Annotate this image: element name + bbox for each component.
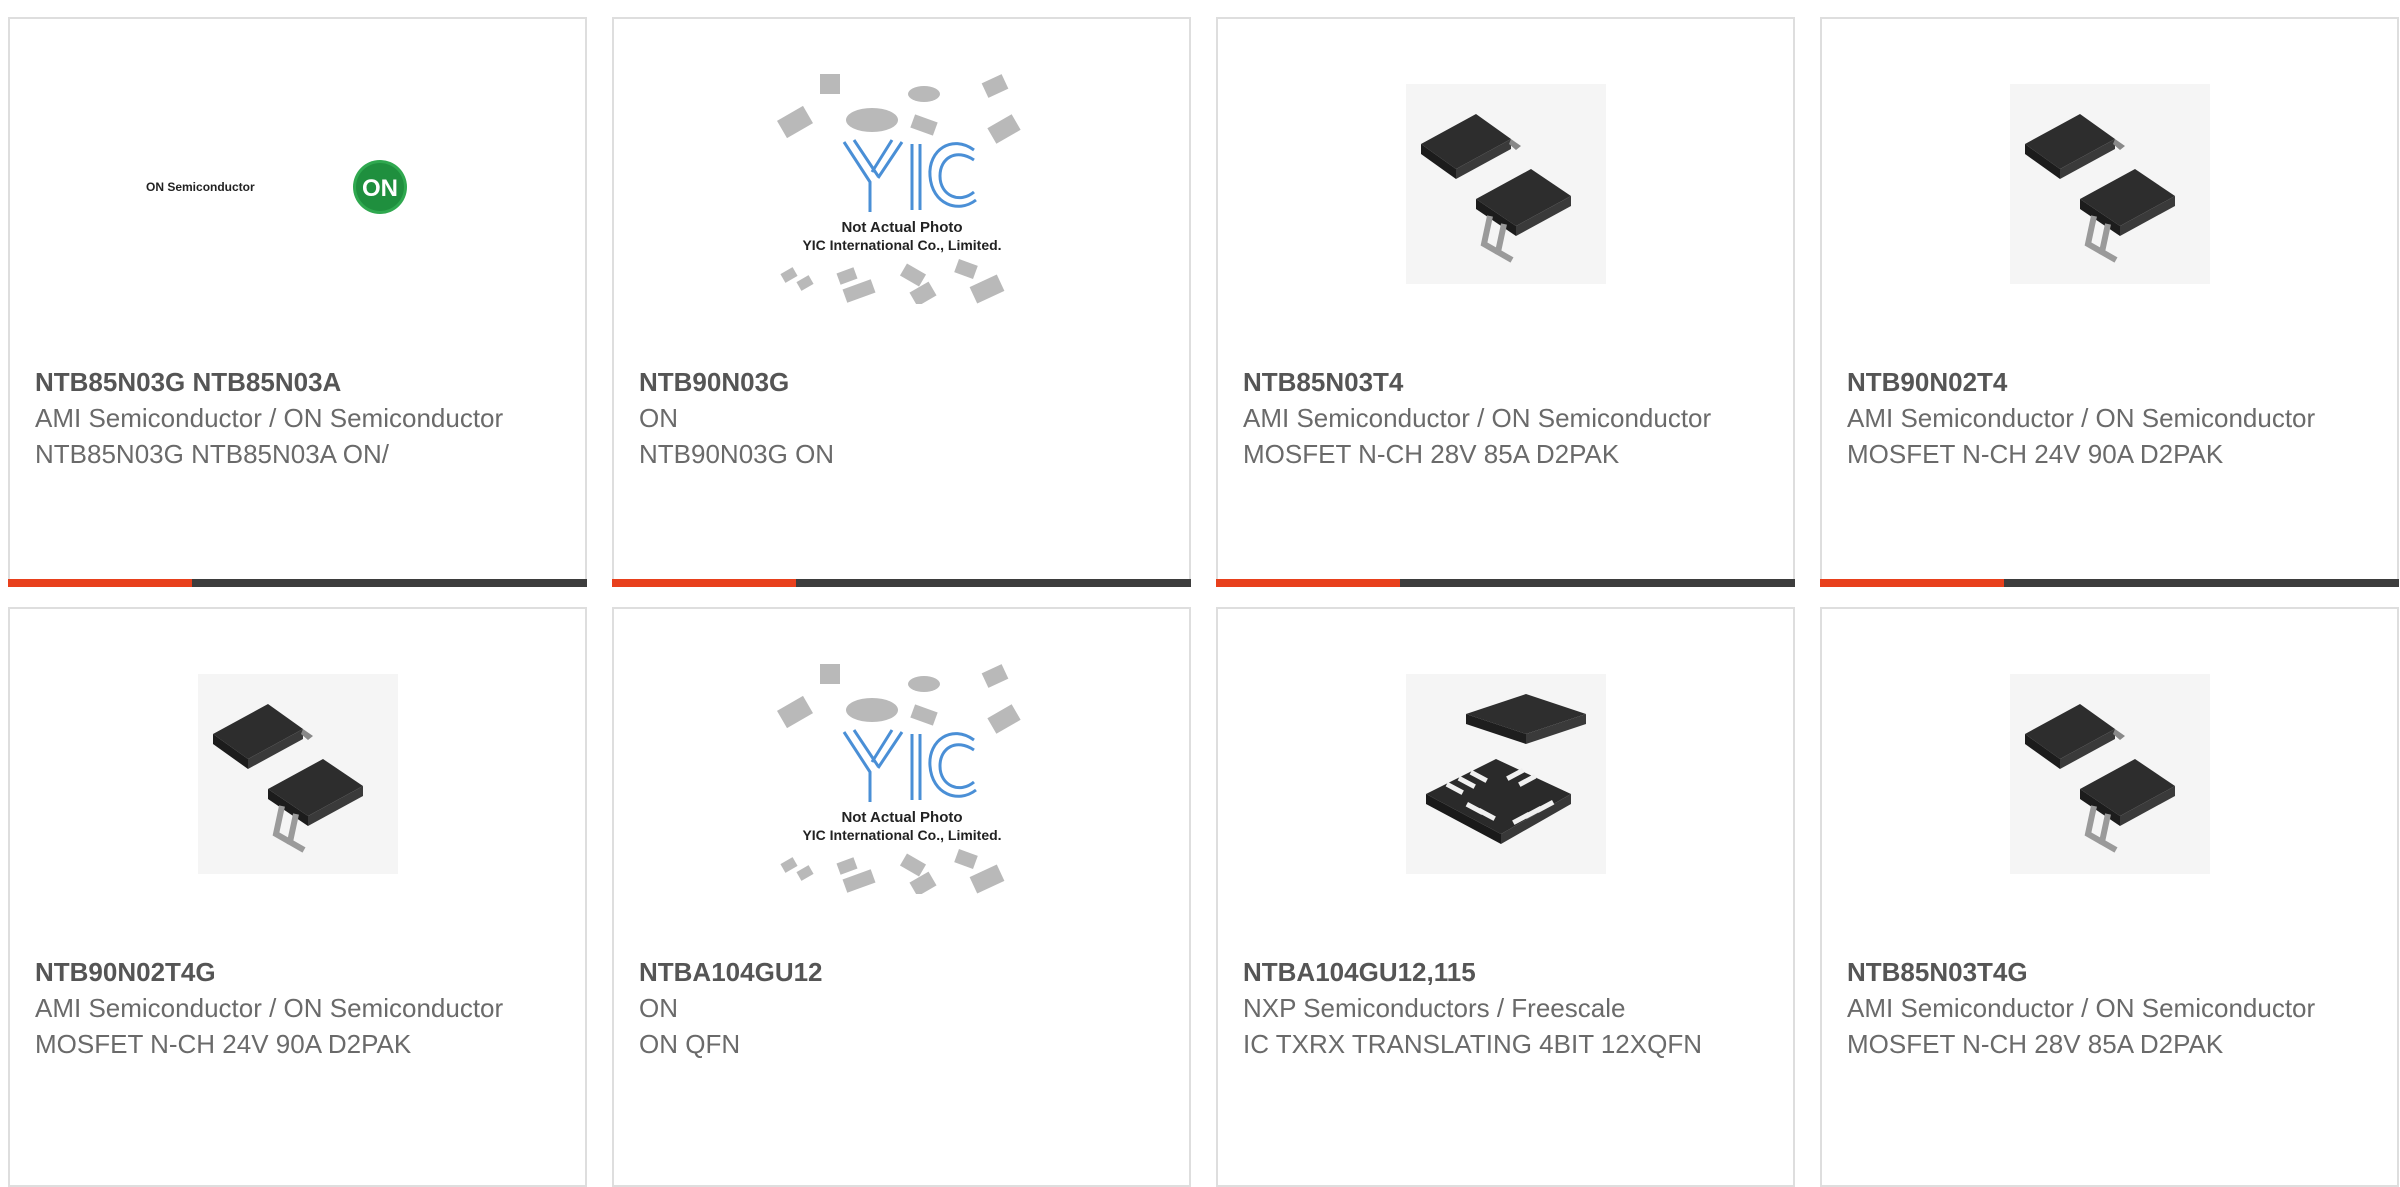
product-card[interactable]: NTB85N03T4 AMI Semiconductor / ON Semico…: [1216, 17, 1795, 587]
product-card[interactable]: NTB90N02T4 AMI Semiconductor / ON Semico…: [1820, 17, 2399, 587]
product-card[interactable]: NTBA104GU12,115 NXP Semiconductors / Fre…: [1216, 607, 1795, 1187]
manufacturer: AMI Semiconductor / ON Semiconductor: [1847, 403, 2316, 433]
description: NTB90N03G ON: [639, 439, 835, 469]
product-image[interactable]: [1822, 19, 2397, 349]
part-number[interactable]: NTB85N03G NTB85N03A: [35, 364, 565, 400]
placeholder-line1: Not Actual Photo: [841, 809, 962, 826]
yic-logo: [842, 729, 977, 802]
part-number[interactable]: NTBA104GU12: [639, 954, 1169, 990]
part-number[interactable]: NTB85N03T4: [1243, 364, 1773, 400]
product-card[interactable]: Not Actual Photo YIC International Co., …: [612, 607, 1191, 1187]
chip-icons-top: [776, 664, 1021, 734]
not-actual-photo-image: Not Actual Photo YIC International Co., …: [776, 664, 1021, 894]
product-grid: ON Semiconductor ON NTB85N03G NTB85N03A …: [0, 0, 2400, 1187]
product-image[interactable]: [1822, 609, 2397, 939]
chip-icons-top: [776, 74, 1021, 144]
card-bottom-bar: [1820, 579, 2399, 587]
product-card[interactable]: NTB90N02T4G AMI Semiconductor / ON Semic…: [8, 607, 587, 1187]
product-image[interactable]: Not Actual Photo YIC International Co., …: [614, 609, 1189, 939]
yic-logo: [842, 139, 977, 212]
logo-badge: ON: [362, 175, 398, 202]
description: NTB85N03G NTB85N03A ON/: [35, 439, 390, 469]
part-number[interactable]: NTB90N03G: [639, 364, 1169, 400]
placeholder-line2: YIC International Co., Limited.: [802, 237, 1001, 253]
card-accent-bar: [612, 579, 796, 587]
chip-icons-bottom: [779, 259, 1004, 304]
product-card[interactable]: ON Semiconductor ON NTB85N03G NTB85N03A …: [8, 17, 587, 587]
description: IC TXRX TRANSLATING 4BIT 12XQFN: [1243, 1029, 1702, 1059]
card-bottom-bar: [1216, 579, 1795, 587]
part-number[interactable]: NTB85N03T4G: [1847, 954, 2377, 990]
product-image[interactable]: [10, 609, 585, 939]
card-accent-bar: [1820, 579, 2004, 587]
product-card[interactable]: NTB85N03T4G AMI Semiconductor / ON Semic…: [1820, 607, 2399, 1187]
description: MOSFET N-CH 24V 90A D2PAK: [1847, 439, 2224, 469]
description: MOSFET N-CH 24V 90A D2PAK: [35, 1029, 412, 1059]
product-image[interactable]: [1218, 609, 1793, 939]
on-semiconductor-logo: ON Semiconductor ON: [146, 160, 407, 214]
description: MOSFET N-CH 28V 85A D2PAK: [1847, 1029, 2224, 1059]
manufacturer: AMI Semiconductor / ON Semiconductor: [1243, 403, 1712, 433]
card-bottom-bar: [612, 579, 1191, 587]
placeholder-line2: YIC International Co., Limited.: [802, 827, 1001, 843]
part-number[interactable]: NTB90N02T4: [1847, 364, 2377, 400]
product-image[interactable]: Not Actual Photo YIC International Co., …: [614, 19, 1189, 349]
d2pak-package-image: [2009, 84, 2210, 284]
manufacturer: AMI Semiconductor / ON Semiconductor: [35, 403, 504, 433]
product-image[interactable]: ON Semiconductor ON: [10, 19, 585, 349]
product-image[interactable]: [1218, 19, 1793, 349]
not-actual-photo-image: Not Actual Photo YIC International Co., …: [776, 74, 1021, 304]
manufacturer: AMI Semiconductor / ON Semiconductor: [1847, 993, 2316, 1023]
product-card[interactable]: Not Actual Photo YIC International Co., …: [612, 17, 1191, 587]
part-number[interactable]: NTB90N02T4G: [35, 954, 565, 990]
card-accent-bar: [8, 579, 192, 587]
manufacturer: ON: [639, 993, 678, 1023]
card-accent-bar: [1216, 579, 1400, 587]
description: ON QFN: [639, 1029, 741, 1059]
chip-icons-bottom: [779, 849, 1004, 894]
part-number[interactable]: NTBA104GU12,115: [1243, 954, 1773, 990]
manufacturer: ON: [639, 403, 678, 433]
placeholder-line1: Not Actual Photo: [841, 219, 962, 236]
manufacturer: NXP Semiconductors / Freescale: [1243, 993, 1626, 1023]
qfn-package-image: [1405, 674, 1606, 874]
manufacturer: AMI Semiconductor / ON Semiconductor: [35, 993, 504, 1023]
description: MOSFET N-CH 28V 85A D2PAK: [1243, 439, 1620, 469]
logo-wordmark: ON Semiconductor: [146, 180, 255, 194]
d2pak-package-image: [197, 674, 398, 874]
card-bottom-bar: [8, 579, 587, 587]
d2pak-package-image: [2009, 674, 2210, 874]
d2pak-package-image: [1405, 84, 1606, 284]
